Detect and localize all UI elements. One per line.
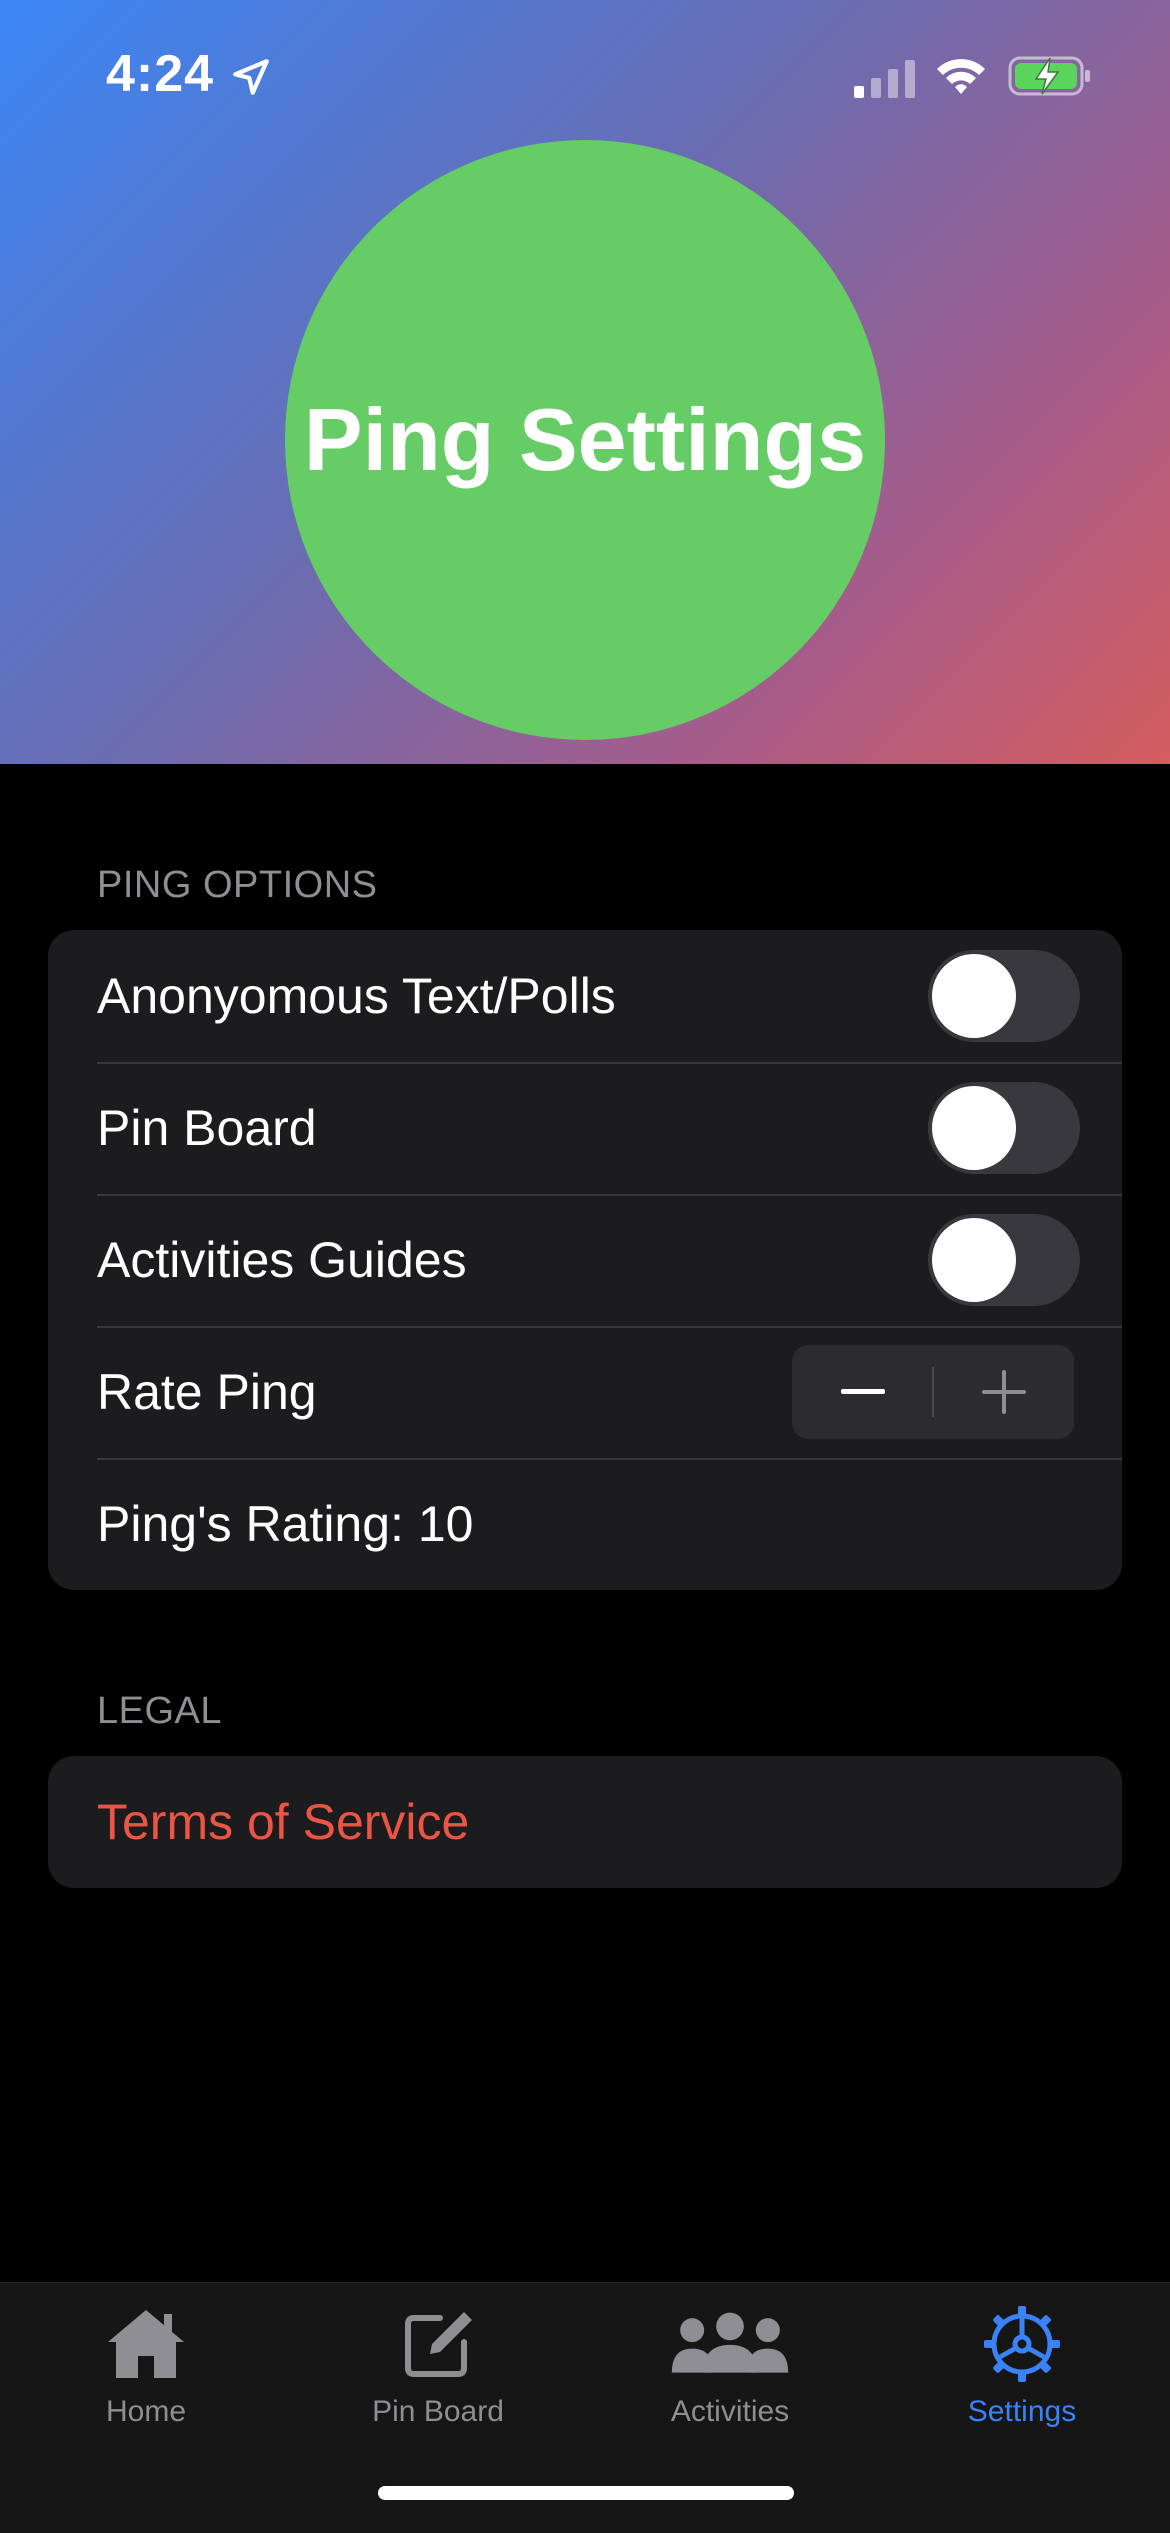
plus-icon (981, 1370, 1026, 1414)
tab-activities[interactable]: Activities (584, 2299, 876, 2449)
row-label: Pin Board (97, 1100, 317, 1156)
legal-group: Terms of Service (48, 1756, 1122, 1888)
wifi-icon (937, 59, 985, 94)
tab-settings[interactable]: Settings (876, 2299, 1168, 2449)
row-label: Rate Ping (97, 1364, 317, 1420)
ping-options-group: Anonyomous Text/Polls Pin Board Activiti… (48, 930, 1122, 1590)
square-pencil-icon (405, 2312, 472, 2377)
pin-board-toggle[interactable] (928, 1082, 1080, 1174)
battery-charging-icon (1008, 56, 1090, 96)
decrement-button[interactable] (792, 1345, 933, 1439)
tab-home[interactable]: Home (0, 2299, 292, 2449)
tab-label: Activities (670, 2395, 790, 2428)
row-activities-guides: Activities Guides (48, 1194, 1122, 1326)
rate-ping-stepper (792, 1345, 1074, 1439)
activities-guides-toggle[interactable] (928, 1214, 1080, 1306)
section-header-legal: LEGAL (97, 1690, 223, 1732)
people-icon (671, 2312, 789, 2373)
tab-pin-board[interactable]: Pin Board (292, 2299, 584, 2449)
toggle-knob (932, 1218, 1016, 1302)
tab-label: Home (105, 2395, 187, 2428)
tab-label: Pin Board (372, 2395, 504, 2428)
row-label: Anonyomous Text/Polls (97, 968, 616, 1024)
title-circle: Ping Settings (285, 140, 885, 740)
row-anonymous-text-polls: Anonyomous Text/Polls (48, 930, 1122, 1062)
section-header-ping-options: PING OPTIONS (97, 864, 378, 906)
increment-button[interactable] (933, 1345, 1074, 1439)
row-rate-ping: Rate Ping (48, 1326, 1122, 1458)
cellular-signal-icon (854, 60, 915, 98)
location-arrow-icon (233, 59, 269, 95)
toggle-knob (932, 1086, 1016, 1170)
anonymous-text-polls-toggle[interactable] (928, 950, 1080, 1042)
row-ping-rating: Ping's Rating: 10 (48, 1458, 1122, 1590)
page-title: Ping Settings (303, 390, 867, 489)
ping-rating-value: Ping's Rating: 10 (97, 1496, 474, 1552)
header-banner: 4:24 Ping Settings (0, 0, 1170, 764)
home-indicator[interactable] (378, 2486, 794, 2500)
toggle-knob (932, 954, 1016, 1038)
row-label: Activities Guides (97, 1232, 467, 1288)
tab-label: Settings (967, 2395, 1077, 2428)
minus-icon (840, 1389, 885, 1394)
gear-icon (984, 2306, 1060, 2382)
terms-of-service-link[interactable]: Terms of Service (97, 1793, 469, 1851)
row-pin-board: Pin Board (48, 1062, 1122, 1194)
terms-of-service-row[interactable]: Terms of Service (48, 1756, 1122, 1888)
status-time: 4:24 (106, 45, 215, 103)
house-icon (108, 2310, 184, 2378)
status-bar: 4:24 (0, 0, 1170, 150)
